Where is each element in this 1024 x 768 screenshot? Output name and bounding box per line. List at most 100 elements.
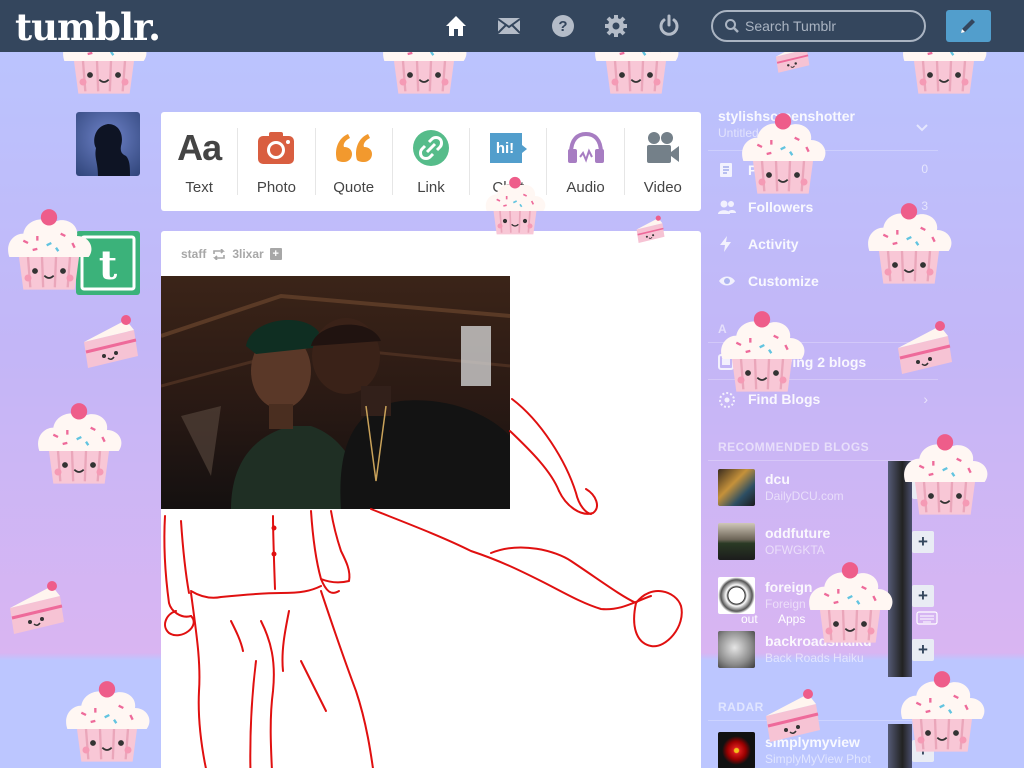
post-type-label: Text [185, 179, 213, 196]
search-box[interactable] [711, 10, 926, 42]
sidebar-section-label: A [718, 322, 728, 336]
follow-button[interactable]: + [912, 585, 934, 607]
blog-strip [888, 569, 912, 623]
compose-button[interactable] [946, 10, 991, 42]
blog-strip [888, 461, 912, 515]
post-type-label: Photo [256, 179, 297, 196]
tumblr-t-icon: t [80, 235, 136, 291]
sidebar-blog-title: Untitled [718, 126, 759, 140]
blog-avatar [718, 631, 755, 668]
blog-name: backroadshaiku [765, 633, 872, 649]
quote-icon [335, 134, 372, 162]
blog-subtitle: Back Roads Haiku [765, 651, 864, 665]
follow-button[interactable]: + [912, 477, 934, 499]
recommended-title: RECOMMENDED BLOGS [718, 440, 870, 454]
blog-name: oddfuture [765, 525, 831, 541]
sidebar-divider [708, 720, 938, 721]
top-bar: tumblr. ? [0, 0, 1024, 52]
cupcake-sticker [36, 402, 123, 485]
blog-strip [888, 623, 912, 677]
power-icon[interactable] [657, 14, 681, 38]
blog-subtitle: DailyDCU.com [765, 489, 844, 503]
camera-icon [258, 132, 295, 164]
following-icon [718, 354, 734, 370]
tumblr-logo[interactable]: tumblr. [15, 5, 161, 49]
link-icon [412, 130, 449, 166]
pencil-icon [961, 19, 975, 33]
mail-icon[interactable] [497, 14, 521, 38]
post-type-label: Audio [566, 179, 605, 196]
post-type-link[interactable]: Link [393, 128, 471, 196]
sidebar-item-label: Followers [748, 199, 814, 215]
silhouette-icon [94, 124, 130, 176]
blog-name: dcu [765, 471, 790, 487]
follow-button[interactable]: + [912, 531, 934, 553]
sidebar-item-followers[interactable]: Followers 3 [718, 199, 928, 236]
svg-text:hi!: hi! [496, 140, 514, 157]
follow-button[interactable]: + [912, 740, 934, 762]
sidebar-item-posts[interactable]: Posts 0 [718, 162, 928, 199]
home-icon[interactable] [444, 14, 468, 38]
chevron-right-icon: › [923, 391, 928, 407]
post-type-video[interactable]: Video [625, 128, 701, 196]
user-avatar[interactable] [76, 112, 140, 176]
radar-title: RADAR [718, 700, 764, 714]
sidebar-item-following[interactable]: Following 2 blogs [718, 354, 928, 391]
post-type-photo[interactable]: Photo [238, 128, 316, 196]
sidebar-blog-name[interactable]: stylishscreenshotter [718, 108, 855, 124]
radar-blog[interactable]: simplymyview SimplyMyView Phot + [718, 724, 934, 768]
followers-icon [718, 200, 736, 214]
blog-avatar [718, 577, 755, 614]
blog-subtitle: Foreign [765, 597, 806, 611]
headphones-icon [567, 131, 604, 163]
blog-avatar [718, 469, 755, 506]
search-icon [725, 19, 739, 33]
sidebar-item-label: Following 2 blogs [748, 354, 867, 370]
blog-avatar [718, 523, 755, 560]
blog-avatar [718, 732, 755, 768]
post-type-text[interactable]: Aa Text [161, 127, 239, 196]
sidebar-divider [708, 342, 938, 343]
lightning-icon [720, 236, 731, 252]
sidebar-item-customize[interactable]: Customize [718, 273, 928, 310]
blog-strip [888, 515, 912, 569]
post-type-quote[interactable]: Quote [316, 128, 393, 196]
follow-button[interactable]: + [912, 639, 934, 661]
post-type-bar: Aa Text Photo Quote Link hi! Chat Audio … [161, 112, 701, 211]
footer-link[interactable]: out [741, 612, 758, 626]
sidebar-item-label: Customize [748, 273, 819, 289]
sidebar-item-label: Posts [748, 162, 787, 178]
compass-icon [719, 392, 735, 408]
post-type-audio[interactable]: Audio [547, 128, 625, 196]
eye-icon [719, 276, 735, 286]
blog-strip [888, 724, 912, 768]
reblog-avatar[interactable]: t [76, 231, 140, 295]
sidebar-item-count: 3 [921, 199, 928, 213]
cake-slice-sticker [82, 313, 140, 370]
post-type-label: Quote [333, 179, 375, 196]
post-type-label: Video [643, 179, 682, 196]
sidebar-item-label: Find Blogs [748, 391, 821, 407]
doodle-drawing [163, 398, 683, 768]
post-type-label: Link [417, 179, 445, 196]
chevron-down-icon[interactable] [916, 124, 928, 132]
gear-icon[interactable] [604, 14, 628, 38]
svg-text:?: ? [558, 18, 567, 35]
help-icon[interactable]: ? [551, 14, 575, 38]
sidebar-item-activity[interactable]: Activity [718, 236, 928, 273]
svg-text:t: t [99, 242, 118, 289]
cake-slice-sticker [8, 579, 66, 636]
search-input[interactable] [745, 16, 915, 36]
footer-link[interactable]: Apps [778, 612, 805, 626]
post-type-label: Chat [492, 179, 525, 196]
blog-name: simplymyview [765, 734, 860, 750]
video-camera-icon [646, 132, 679, 163]
sidebar-item-find-blogs[interactable]: Find Blogs › [718, 391, 928, 428]
post-type-chat[interactable]: hi! Chat [470, 128, 548, 196]
blog-subtitle: SimplyMyView Phot [765, 752, 871, 766]
recommended-blog[interactable]: backroadshaiku Back Roads Haiku + [718, 623, 934, 685]
sidebar-item-label: Activity [748, 236, 799, 252]
dashboard-post: staff 3lixar + [161, 231, 701, 768]
cupcake-sticker [64, 680, 151, 763]
sidebar-divider [708, 150, 938, 151]
